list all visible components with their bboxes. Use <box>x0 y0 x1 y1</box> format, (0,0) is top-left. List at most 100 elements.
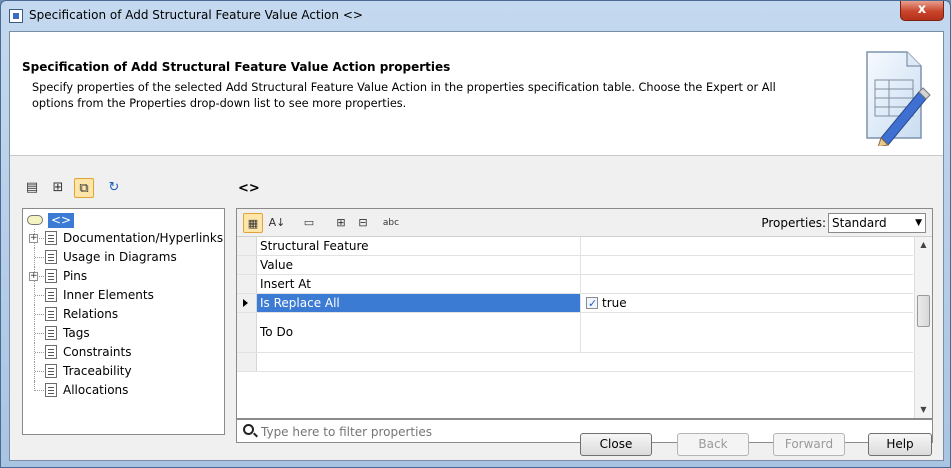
tree-item-label: Traceability <box>63 364 132 378</box>
properties-scrollbar[interactable]: ▲ ▼ <box>914 237 932 418</box>
title-bar: Specification of Add Structural Feature … <box>1 1 950 31</box>
element-name: <> <box>238 181 260 196</box>
action-icon <box>27 215 43 225</box>
property-row[interactable]: Value <box>237 256 913 275</box>
refresh-icon[interactable]: ↻ <box>104 178 124 198</box>
dialog-body: Specification of Add Structural Feature … <box>9 31 944 461</box>
properties-panel: ▦ A↓ ▭ ⊞ ⊟ abc Properties: Standard ▼ St… <box>236 208 933 419</box>
page-icon <box>45 288 57 302</box>
list-view-icon[interactable]: ▤ <box>22 178 42 198</box>
property-row[interactable] <box>237 353 913 372</box>
sort-az-icon[interactable]: A↓ <box>267 213 287 233</box>
tree-view-icon[interactable]: ⊞ <box>48 178 68 198</box>
tree-item-pins[interactable]: + Pins <box>23 267 223 286</box>
page-icon <box>45 345 57 359</box>
tree-item-tags[interactable]: Tags <box>23 324 223 343</box>
scrollbar-thumb[interactable] <box>917 295 930 327</box>
property-value[interactable] <box>582 237 913 255</box>
properties-grid: Structural Feature Value Insert At Is Re… <box>237 237 913 418</box>
window-title: Specification of Add Structural Feature … <box>29 8 363 22</box>
expand-all-icon[interactable]: ⊞ <box>331 213 351 233</box>
forward-button[interactable]: Forward <box>773 433 845 456</box>
properties-mode-select[interactable]: Standard ▼ <box>828 213 926 233</box>
row-gutter <box>237 275 257 293</box>
property-row[interactable]: Insert At <box>237 275 913 294</box>
tree-item-documentation[interactable]: + Documentation/Hyperlinks <box>23 229 223 248</box>
tree-item-label: Tags <box>63 326 90 340</box>
expand-icon[interactable]: + <box>29 272 38 281</box>
tree-item-traceability[interactable]: Traceability <box>23 362 223 381</box>
page-icon <box>45 326 57 340</box>
page-icon <box>45 231 57 245</box>
header-title: Specification of Add Structural Feature … <box>22 60 451 74</box>
property-value[interactable] <box>582 275 913 293</box>
tree-item-label: Documentation/Hyperlinks <box>63 231 224 245</box>
property-value-text: true <box>602 296 627 310</box>
search-icon <box>243 424 254 435</box>
page-icon <box>45 269 57 283</box>
header-description: Specify properties of the selected Add S… <box>32 81 776 110</box>
tree-connector <box>35 314 44 315</box>
property-row[interactable]: To Do <box>237 313 913 353</box>
specification-window: Specification of Add Structural Feature … <box>0 0 951 468</box>
show-inherited-icon[interactable]: ⧉ <box>74 178 94 198</box>
property-value[interactable] <box>582 256 913 274</box>
properties-toolbar: ▦ A↓ ▭ ⊞ ⊟ abc Properties: Standard ▼ <box>237 209 932 237</box>
chevron-down-icon: ▼ <box>915 218 922 228</box>
tree-connector <box>35 333 44 334</box>
tree-item-label: Relations <box>63 307 119 321</box>
tree-root-label: <> <box>48 213 75 228</box>
spell-check-icon[interactable]: abc <box>381 213 401 233</box>
document-pencil-icon <box>866 51 931 146</box>
category-tree: <> + Documentation/Hyperlinks Usage in D… <box>22 208 225 435</box>
app-icon <box>9 9 23 23</box>
back-button[interactable]: Back <box>677 433 749 456</box>
help-button[interactable]: Help <box>868 433 932 456</box>
expand-icon[interactable]: + <box>29 234 38 243</box>
description-icon[interactable]: ▭ <box>299 213 319 233</box>
tree-connector <box>35 390 44 391</box>
tree-item-label: Usage in Diagrams <box>63 250 177 264</box>
categorized-view-icon[interactable]: ▦ <box>243 213 263 233</box>
tree-item-constraints[interactable]: Constraints <box>23 343 223 362</box>
page-icon <box>45 250 57 264</box>
tree-item-relations[interactable]: Relations <box>23 305 223 324</box>
row-gutter <box>237 256 257 274</box>
page-icon <box>45 364 57 378</box>
tree-connector <box>35 352 44 353</box>
row-gutter <box>237 313 257 352</box>
is-replace-all-checkbox[interactable] <box>586 295 598 313</box>
property-row[interactable]: Structural Feature <box>237 237 913 256</box>
tree-item-usage-in-diagrams[interactable]: Usage in Diagrams <box>23 248 223 267</box>
tree-item-label: Inner Elements <box>63 288 154 302</box>
collapse-all-icon[interactable]: ⊟ <box>353 213 373 233</box>
page-icon <box>45 383 57 397</box>
properties-mode-value: Standard <box>832 216 887 230</box>
property-value[interactable] <box>582 313 913 352</box>
property-name: Insert At <box>257 275 581 293</box>
properties-mode-label: Properties: <box>761 216 826 230</box>
scroll-up-icon[interactable]: ▲ <box>915 237 932 253</box>
tree-item-label: Pins <box>63 269 88 283</box>
page-icon <box>45 307 57 321</box>
close-button[interactable]: Close <box>580 433 652 456</box>
scroll-down-icon[interactable]: ▼ <box>915 402 932 418</box>
row-pointer-icon <box>243 299 248 307</box>
row-gutter <box>237 353 257 371</box>
property-name: Structural Feature <box>257 237 581 255</box>
property-value[interactable]: true <box>582 294 913 313</box>
tree-connector <box>35 371 44 372</box>
tree-item-inner-elements[interactable]: Inner Elements <box>23 286 223 305</box>
property-name: Is Replace All <box>257 294 581 312</box>
property-name: Value <box>257 256 581 274</box>
header-panel: Specification of Add Structural Feature … <box>10 32 943 156</box>
property-row-selected[interactable]: Is Replace All true <box>237 294 913 313</box>
row-gutter <box>237 237 257 255</box>
tree-item-allocations[interactable]: Allocations <box>23 381 223 400</box>
tree-item-label: Constraints <box>63 345 132 359</box>
property-name: To Do <box>257 313 581 352</box>
tree-item-label: Allocations <box>63 383 129 397</box>
tree-connector <box>35 257 44 258</box>
window-close-button[interactable]: x <box>900 1 944 21</box>
row-gutter <box>237 294 257 312</box>
